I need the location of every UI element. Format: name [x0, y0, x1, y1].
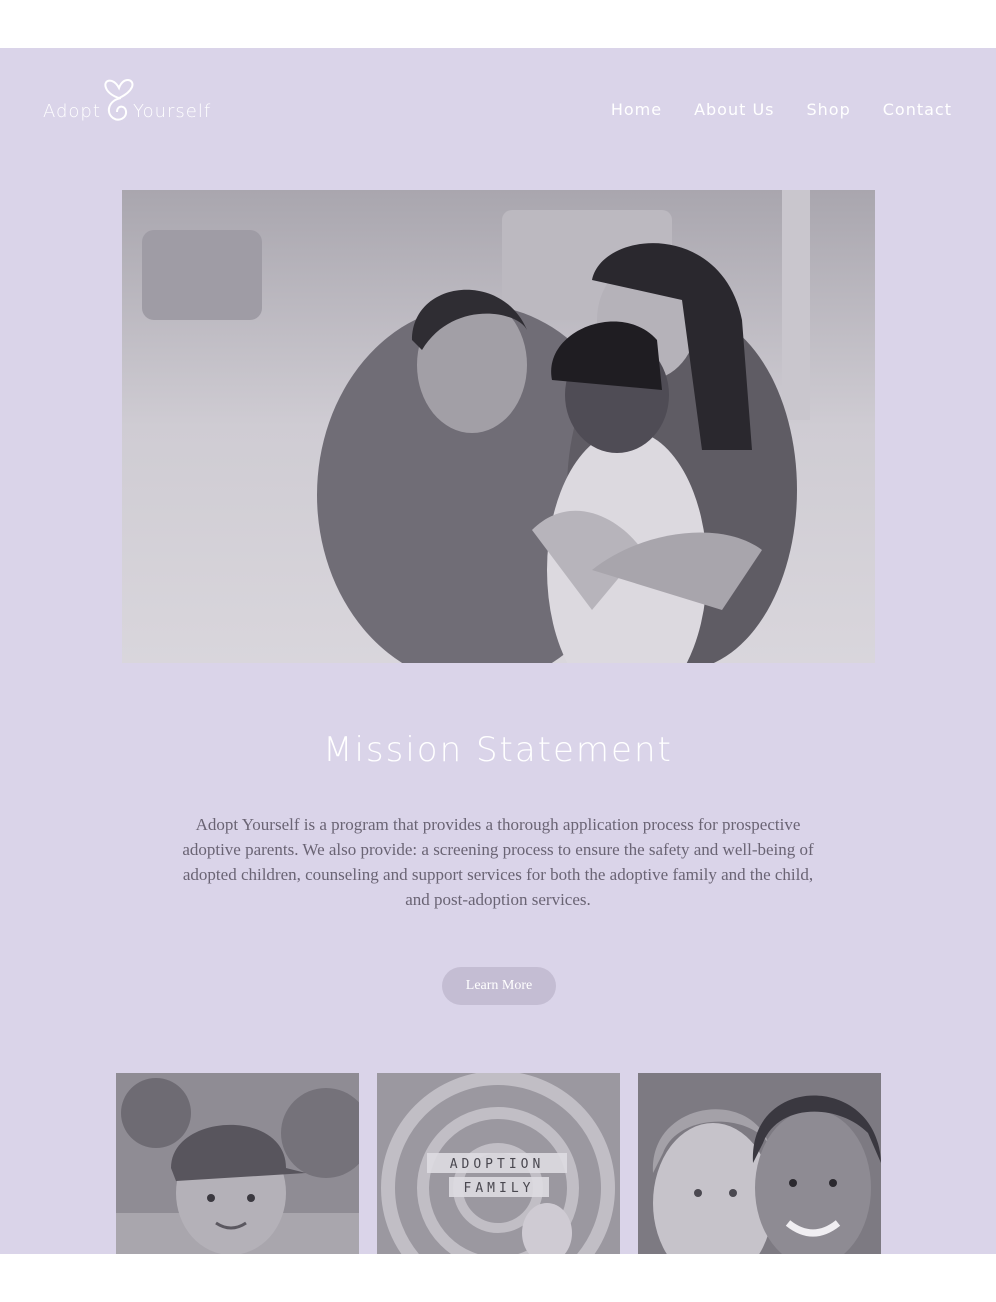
nav-contact[interactable]: Contact: [883, 100, 952, 119]
family-photo-icon: [122, 190, 875, 663]
site-logo[interactable]: Adopt Yourself: [43, 74, 223, 124]
mission-title: Mission Statement: [323, 730, 673, 770]
learn-more-button[interactable]: Learn More: [442, 967, 556, 1005]
gallery-tile-scrabble[interactable]: ADOPTION FAMILY: [377, 1073, 620, 1254]
nav-home[interactable]: Home: [611, 100, 662, 119]
scrabble-word-adoption: ADOPTION: [450, 1157, 545, 1172]
nav-shop[interactable]: Shop: [807, 100, 851, 119]
gallery-tile-boy[interactable]: [116, 1073, 359, 1254]
scrabble-word-family: FAMILY: [464, 1181, 535, 1196]
boy-photo-icon: [116, 1073, 359, 1254]
mother-daughter-photo-icon: [638, 1073, 881, 1254]
mission-body: Adopt Yourself is a program that provide…: [182, 815, 814, 909]
page-panel: Adopt Yourself Home About Us Shop Contac…: [0, 48, 996, 1254]
nav-about-us[interactable]: About Us: [694, 100, 774, 119]
gallery-tile-mother-daughter[interactable]: [638, 1073, 881, 1254]
logo-word-adopt: Adopt: [43, 101, 101, 122]
main-nav: Home About Us Shop Contact: [611, 100, 952, 119]
hero-image: [122, 190, 875, 663]
scrabble-tiles-photo-icon: ADOPTION FAMILY: [377, 1073, 620, 1254]
logo-word-yourself: Yourself: [133, 101, 212, 122]
